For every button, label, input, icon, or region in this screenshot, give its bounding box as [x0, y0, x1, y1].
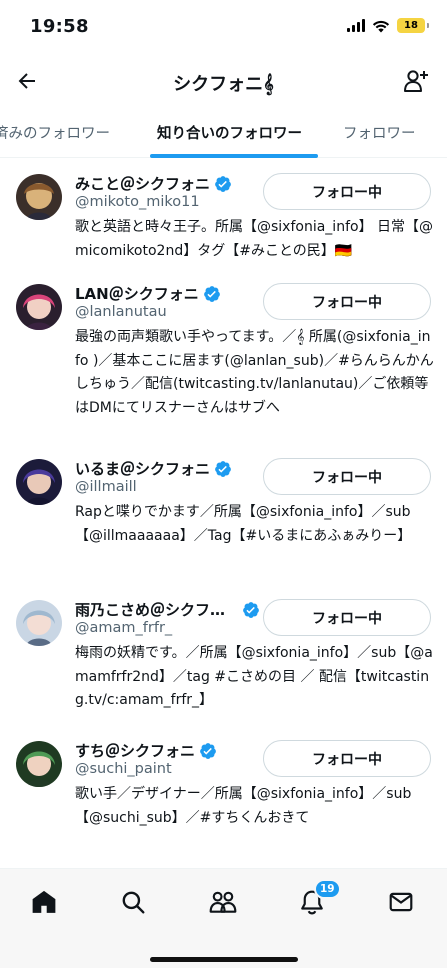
header: シクフォニ𝄞 [0, 56, 447, 106]
following-button[interactable]: フォロー中 [263, 173, 431, 210]
tab-followers[interactable]: フォロワー [343, 122, 416, 143]
user-name: すち＠シクフォニ [75, 742, 196, 760]
avatar[interactable] [16, 284, 62, 330]
battery-icon: 18 [397, 18, 429, 33]
verified-badge-icon [215, 175, 231, 192]
tab-bar: 済みのフォロワー 知り合いのフォロワー フォロワー [0, 108, 447, 158]
list-item[interactable]: すち＠シクフォニ @suchi_paint フォロー中 歌い手／デザイナー／所属… [0, 725, 447, 865]
user-name: 雨乃こさめ＠シクフォニ [75, 601, 238, 619]
list-item[interactable]: みこと＠シクフォニ @mikoto_miko11 フォロー中 歌と英語と時々王子… [0, 158, 447, 268]
user-name: いるま＠シクフォニ [75, 460, 211, 478]
user-bio: 歌と英語と時々王子。所属【@sixfonia_info】 日常【@micomik… [75, 219, 434, 259]
add-user-button[interactable] [399, 64, 433, 98]
wifi-icon [372, 20, 390, 32]
user-handle: @suchi_paint [75, 761, 172, 777]
user-handle: @lanlanutau [75, 304, 167, 320]
avatar[interactable] [16, 600, 62, 646]
nav-messages[interactable] [381, 885, 421, 919]
bottom-nav: 19 [0, 868, 447, 968]
messages-icon [389, 892, 413, 912]
status-icons: 18 [347, 18, 429, 33]
communities-icon [209, 891, 237, 913]
user-bio: Rapと喋りでかます／所属【@sixfonia_info】／sub【@illma… [75, 504, 412, 544]
nav-search[interactable] [113, 885, 153, 919]
user-bio: 梅雨の妖精です。／所属【@sixfonia_info】／sub【@amamfrf… [75, 645, 433, 708]
home-indicator [150, 957, 298, 962]
list-item[interactable]: LAN＠シクフォニ @lanlanutau フォロー中 最強の両声類歌い手やって… [0, 268, 447, 443]
user-bio: 最強の両声類歌い手やってます。／𝄞 所属(@sixfonia_info )／基本… [75, 329, 434, 416]
user-handle: @illmaill [75, 479, 137, 495]
verified-badge-icon [203, 285, 220, 302]
user-handle: @amam_frfr_ [75, 620, 173, 636]
user-name: みこと＠シクフォニ [75, 175, 211, 193]
verified-badge-icon [215, 460, 231, 477]
list-item[interactable]: 雨乃こさめ＠シクフォニ @amam_frfr_ フォロー中 梅雨の妖精です。／所… [0, 584, 447, 725]
avatar[interactable] [16, 459, 62, 505]
status-bar: 19:58 18 [0, 0, 447, 56]
verified-badge-icon [243, 601, 259, 618]
status-time: 19:58 [30, 16, 89, 37]
follower-list: みこと＠シクフォニ @mikoto_miko11 フォロー中 歌と英語と時々王子… [0, 158, 447, 865]
following-button[interactable]: フォロー中 [263, 458, 431, 495]
verified-badge-icon [200, 742, 216, 759]
user-bio: 歌い手／デザイナー／所属【@sixfonia_info】／sub【@suchi_… [75, 786, 412, 826]
notification-count-badge: 19 [314, 879, 341, 899]
avatar[interactable] [16, 174, 62, 220]
following-button[interactable]: フォロー中 [263, 599, 431, 636]
home-icon [32, 890, 56, 913]
page-title: シクフォニ𝄞 [173, 74, 274, 95]
user-handle: @mikoto_miko11 [75, 194, 200, 210]
user-name: LAN＠シクフォニ [75, 285, 199, 303]
following-button[interactable]: フォロー中 [263, 740, 431, 777]
add-user-icon [404, 70, 428, 92]
nav-notifications[interactable]: 19 [292, 879, 341, 919]
list-item[interactable]: いるま＠シクフォニ @illmaill フォロー中 Rapと喋りでかます／所属【… [0, 443, 447, 584]
signal-icon [347, 19, 365, 32]
nav-communities[interactable] [203, 885, 243, 919]
following-button[interactable]: フォロー中 [263, 283, 431, 320]
search-icon [122, 891, 145, 914]
nav-home[interactable] [24, 885, 64, 919]
tab-followers-you-know[interactable]: 知り合いのフォロワー [157, 122, 302, 143]
tab-followers-you-know-partial[interactable]: 済みのフォロワー [0, 122, 110, 143]
avatar[interactable] [16, 741, 62, 787]
